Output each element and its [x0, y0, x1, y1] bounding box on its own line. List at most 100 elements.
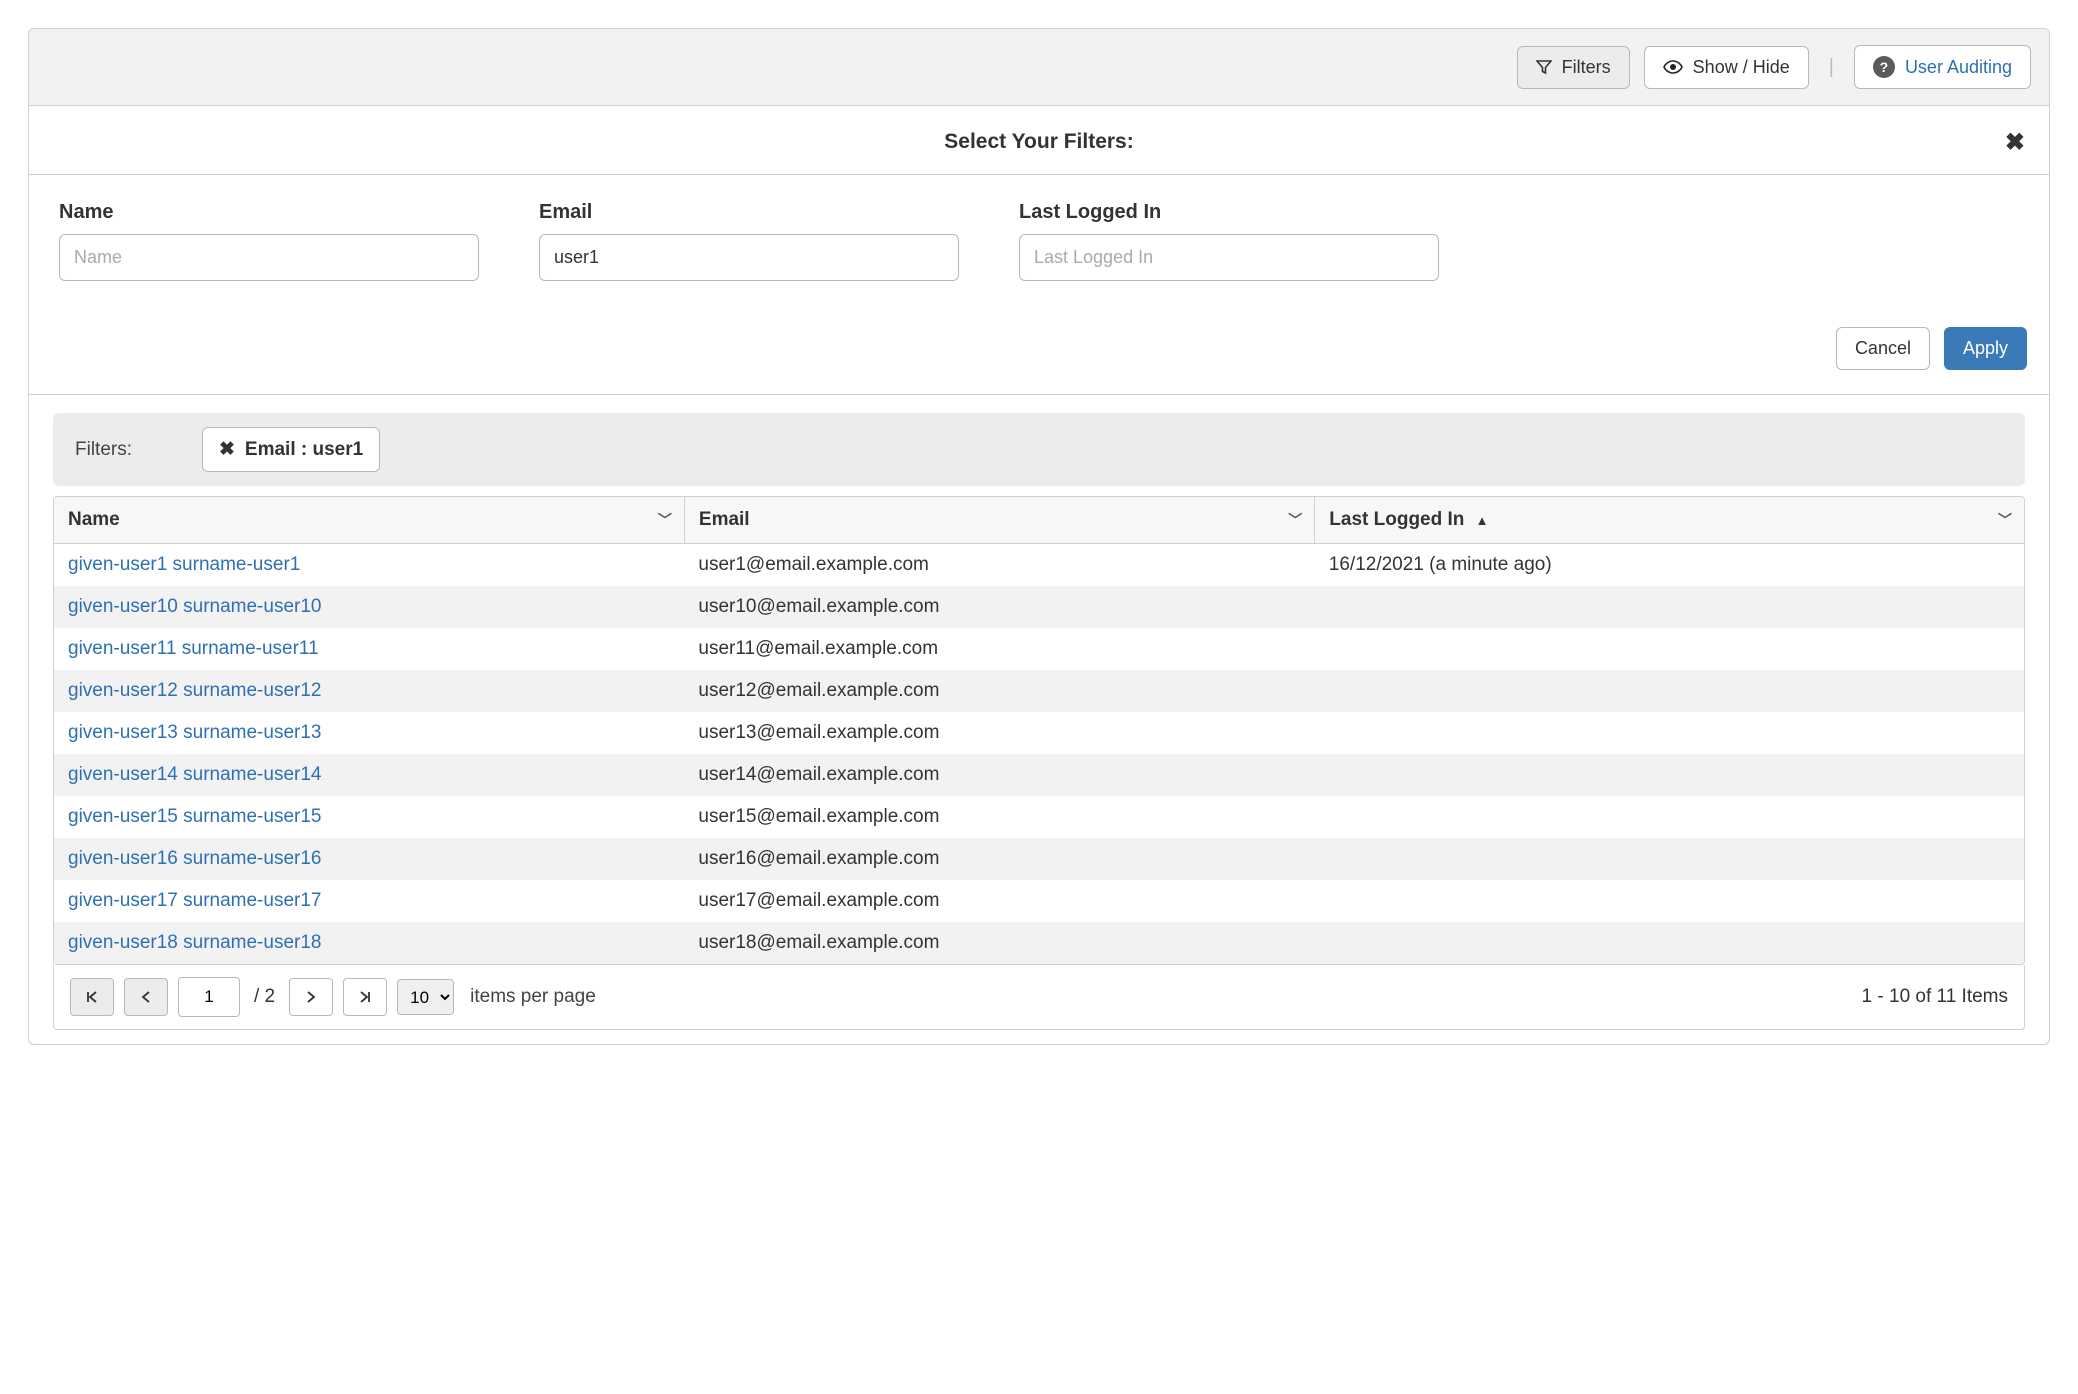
cell-name: given-user17 surname-user17 [54, 880, 684, 922]
table-row: given-user1 surname-user1 user1@email.exa… [54, 544, 2024, 587]
user-link[interactable]: given-user15 surname-user15 [68, 806, 321, 827]
user-link[interactable]: given-user10 surname-user10 [68, 596, 321, 617]
filter-icon [1536, 59, 1552, 75]
table-row: given-user14 surname-user14 user14@email.… [54, 754, 2024, 796]
cell-email: user11@email.example.com [684, 628, 1314, 670]
showhide-button-label: Show / Hide [1693, 57, 1790, 78]
cell-email: user16@email.example.com [684, 838, 1314, 880]
cell-email: user1@email.example.com [684, 544, 1314, 587]
filter-panel-actions: Cancel Apply [29, 287, 2049, 395]
cell-last-logged-in: 16/12/2021 (a minute ago) [1315, 544, 2024, 587]
column-header-name[interactable]: Name ﹀ [54, 497, 684, 544]
first-page-button[interactable] [70, 978, 114, 1016]
chevron-down-icon[interactable]: ﹀ [1998, 510, 2012, 530]
user-link[interactable]: given-user1 surname-user1 [68, 554, 300, 575]
user-link[interactable]: given-user18 surname-user18 [68, 932, 321, 953]
cancel-button[interactable]: Cancel [1836, 327, 1930, 370]
cell-email: user13@email.example.com [684, 712, 1314, 754]
filters-button-label: Filters [1562, 57, 1611, 78]
pager-controls: / 2 10 items per page [70, 977, 596, 1017]
page-total-label: / 2 [250, 986, 279, 1008]
cell-last-logged-in [1315, 670, 2024, 712]
cell-last-logged-in [1315, 586, 2024, 628]
column-header-name-label: Name [68, 509, 120, 530]
toolbar-separator: | [1823, 56, 1840, 79]
name-label: Name [59, 201, 479, 224]
cell-name: given-user10 surname-user10 [54, 586, 684, 628]
pager: / 2 10 items per page 1 - 10 of 11 Items [53, 965, 2025, 1030]
chevron-down-icon[interactable]: ﹀ [1288, 510, 1302, 530]
user-link[interactable]: given-user16 surname-user16 [68, 848, 321, 869]
help-button[interactable]: ? User Auditing [1854, 45, 2031, 89]
table-row: given-user13 surname-user13 user13@email.… [54, 712, 2024, 754]
cell-last-logged-in [1315, 922, 2024, 964]
first-page-icon [85, 990, 99, 1004]
prev-page-icon [140, 990, 152, 1004]
cell-last-logged-in [1315, 712, 2024, 754]
filter-field-last-logged-in: Last Logged In [1019, 201, 1439, 281]
email-input[interactable] [539, 234, 959, 281]
cell-last-logged-in [1315, 796, 2024, 838]
last-logged-in-input[interactable] [1019, 234, 1439, 281]
table-row: given-user16 surname-user16 user16@email.… [54, 838, 2024, 880]
cell-last-logged-in [1315, 880, 2024, 922]
close-icon[interactable]: ✖ [2005, 128, 2025, 157]
cell-email: user10@email.example.com [684, 586, 1314, 628]
cell-last-logged-in [1315, 628, 2024, 670]
next-page-icon [305, 990, 317, 1004]
column-header-last-label: Last Logged In [1329, 509, 1464, 530]
cell-name: given-user15 surname-user15 [54, 796, 684, 838]
applied-filters-label: Filters: [75, 439, 132, 461]
table-row: given-user12 surname-user12 user12@email.… [54, 670, 2024, 712]
cell-name: given-user18 surname-user18 [54, 922, 684, 964]
page-size-select[interactable]: 10 [397, 979, 454, 1015]
page-number-input[interactable] [178, 977, 240, 1017]
column-header-email[interactable]: Email ﹀ [684, 497, 1314, 544]
column-header-last-logged-in[interactable]: Last Logged In ▲ ﹀ [1315, 497, 2024, 544]
cell-last-logged-in [1315, 754, 2024, 796]
showhide-button[interactable]: Show / Hide [1644, 46, 1809, 89]
user-auditing-panel: Filters Show / Hide | ? User Auditing Se… [28, 28, 2050, 1045]
pager-summary: 1 - 10 of 11 Items [1862, 986, 2008, 1008]
cell-name: given-user13 surname-user13 [54, 712, 684, 754]
filters-button[interactable]: Filters [1517, 46, 1630, 89]
cell-name: given-user14 surname-user14 [54, 754, 684, 796]
filter-panel-header: Select Your Filters: ✖ [29, 106, 2049, 175]
filter-chip-email[interactable]: ✖ Email : user1 [202, 427, 380, 472]
filter-panel-title: Select Your Filters: [944, 130, 1133, 154]
cell-email: user12@email.example.com [684, 670, 1314, 712]
question-icon: ? [1873, 56, 1895, 78]
table-row: given-user10 surname-user10 user10@email.… [54, 586, 2024, 628]
cell-email: user14@email.example.com [684, 754, 1314, 796]
sort-asc-icon: ▲ [1476, 513, 1489, 528]
apply-button[interactable]: Apply [1944, 327, 2027, 370]
cell-name: given-user1 surname-user1 [54, 544, 684, 587]
eye-icon [1663, 60, 1683, 74]
next-page-button[interactable] [289, 978, 333, 1016]
cell-name: given-user16 surname-user16 [54, 838, 684, 880]
user-link[interactable]: given-user14 surname-user14 [68, 764, 321, 785]
user-link[interactable]: given-user17 surname-user17 [68, 890, 321, 911]
last-logged-in-label: Last Logged In [1019, 201, 1439, 224]
cell-last-logged-in [1315, 838, 2024, 880]
last-page-icon [358, 990, 372, 1004]
user-link[interactable]: given-user13 surname-user13 [68, 722, 321, 743]
filter-chip-text: Email : user1 [245, 439, 363, 461]
cell-email: user15@email.example.com [684, 796, 1314, 838]
user-link[interactable]: given-user12 surname-user12 [68, 680, 321, 701]
table-row: given-user15 surname-user15 user15@email.… [54, 796, 2024, 838]
cell-email: user17@email.example.com [684, 880, 1314, 922]
filter-field-name: Name [59, 201, 479, 281]
filter-panel-body: Name Email Last Logged In [29, 175, 2049, 287]
items-per-page-label: items per page [470, 986, 596, 1008]
cell-name: given-user12 surname-user12 [54, 670, 684, 712]
cell-name: given-user11 surname-user11 [54, 628, 684, 670]
column-header-email-label: Email [699, 509, 750, 530]
applied-filters-bar: Filters: ✖ Email : user1 [53, 413, 2025, 486]
chevron-down-icon[interactable]: ﹀ [658, 510, 672, 530]
name-input[interactable] [59, 234, 479, 281]
cell-email: user18@email.example.com [684, 922, 1314, 964]
last-page-button[interactable] [343, 978, 387, 1016]
prev-page-button[interactable] [124, 978, 168, 1016]
user-link[interactable]: given-user11 surname-user11 [68, 638, 319, 659]
